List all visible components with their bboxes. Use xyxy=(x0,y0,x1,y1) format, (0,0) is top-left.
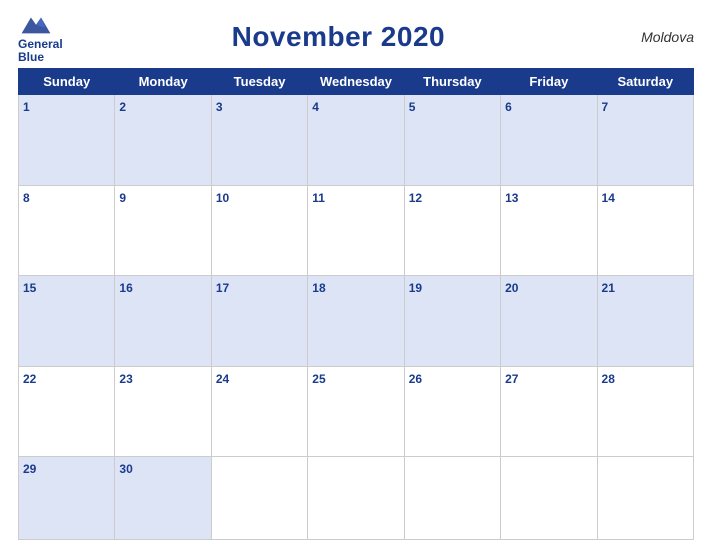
days-header-row: Sunday Monday Tuesday Wednesday Thursday… xyxy=(19,69,694,95)
col-friday: Friday xyxy=(501,69,597,95)
day-number: 19 xyxy=(409,281,422,295)
table-row: 3 xyxy=(211,95,307,185)
title-area: November 2020 xyxy=(63,21,614,53)
logo-area: General Blue xyxy=(18,10,63,64)
col-wednesday: Wednesday xyxy=(308,69,404,95)
table-row: 14 xyxy=(597,185,693,275)
day-number: 21 xyxy=(602,281,615,295)
table-row xyxy=(501,456,597,539)
calendar-table: Sunday Monday Tuesday Wednesday Thursday… xyxy=(18,68,694,540)
table-row: 1 xyxy=(19,95,115,185)
col-saturday: Saturday xyxy=(597,69,693,95)
day-number: 4 xyxy=(312,100,319,114)
day-number: 3 xyxy=(216,100,223,114)
day-number: 26 xyxy=(409,372,422,386)
table-row: 19 xyxy=(404,276,500,366)
table-row: 8 xyxy=(19,185,115,275)
table-row: 30 xyxy=(115,456,211,539)
table-row: 18 xyxy=(308,276,404,366)
day-number: 25 xyxy=(312,372,325,386)
table-row: 22 xyxy=(19,366,115,456)
day-number: 24 xyxy=(216,372,229,386)
col-tuesday: Tuesday xyxy=(211,69,307,95)
day-number: 28 xyxy=(602,372,615,386)
table-row: 16 xyxy=(115,276,211,366)
table-row: 20 xyxy=(501,276,597,366)
table-row: 26 xyxy=(404,366,500,456)
table-row xyxy=(211,456,307,539)
week-row-3: 15 16 17 18 19 20 21 xyxy=(19,276,694,366)
table-row xyxy=(597,456,693,539)
day-number: 13 xyxy=(505,191,518,205)
table-row: 28 xyxy=(597,366,693,456)
week-row-4: 22 23 24 25 26 27 28 xyxy=(19,366,694,456)
table-row: 6 xyxy=(501,95,597,185)
table-row: 5 xyxy=(404,95,500,185)
table-row: 11 xyxy=(308,185,404,275)
table-row: 27 xyxy=(501,366,597,456)
day-number: 23 xyxy=(119,372,132,386)
day-number: 2 xyxy=(119,100,126,114)
day-number: 14 xyxy=(602,191,615,205)
day-number: 11 xyxy=(312,191,325,205)
table-row: 4 xyxy=(308,95,404,185)
day-number: 17 xyxy=(216,281,229,295)
col-thursday: Thursday xyxy=(404,69,500,95)
day-number: 15 xyxy=(23,281,36,295)
table-row: 23 xyxy=(115,366,211,456)
table-row: 10 xyxy=(211,185,307,275)
day-number: 30 xyxy=(119,462,132,476)
day-number: 5 xyxy=(409,100,416,114)
day-number: 1 xyxy=(23,100,30,114)
day-number: 27 xyxy=(505,372,518,386)
week-row-2: 8 9 10 11 12 13 14 xyxy=(19,185,694,275)
table-row: 21 xyxy=(597,276,693,366)
day-number: 6 xyxy=(505,100,512,114)
table-row: 7 xyxy=(597,95,693,185)
table-row: 13 xyxy=(501,185,597,275)
table-row: 25 xyxy=(308,366,404,456)
logo-icon xyxy=(18,10,54,38)
day-number: 18 xyxy=(312,281,325,295)
day-number: 7 xyxy=(602,100,609,114)
table-row xyxy=(308,456,404,539)
day-number: 9 xyxy=(119,191,126,205)
week-row-5: 29 30 xyxy=(19,456,694,539)
table-row: 24 xyxy=(211,366,307,456)
day-number: 16 xyxy=(119,281,132,295)
table-row xyxy=(404,456,500,539)
table-row: 15 xyxy=(19,276,115,366)
table-row: 12 xyxy=(404,185,500,275)
week-row-1: 1 2 3 4 5 6 7 xyxy=(19,95,694,185)
logo-text: General Blue xyxy=(18,38,63,64)
day-number: 22 xyxy=(23,372,36,386)
day-number: 10 xyxy=(216,191,229,205)
table-row: 2 xyxy=(115,95,211,185)
col-monday: Monday xyxy=(115,69,211,95)
day-number: 12 xyxy=(409,191,422,205)
country-label: Moldova xyxy=(614,29,694,45)
calendar-title: November 2020 xyxy=(232,21,446,52)
day-number: 29 xyxy=(23,462,36,476)
day-number: 20 xyxy=(505,281,518,295)
table-row: 17 xyxy=(211,276,307,366)
table-row: 29 xyxy=(19,456,115,539)
col-sunday: Sunday xyxy=(19,69,115,95)
table-row: 9 xyxy=(115,185,211,275)
day-number: 8 xyxy=(23,191,30,205)
top-bar: General Blue November 2020 Moldova xyxy=(18,10,694,64)
